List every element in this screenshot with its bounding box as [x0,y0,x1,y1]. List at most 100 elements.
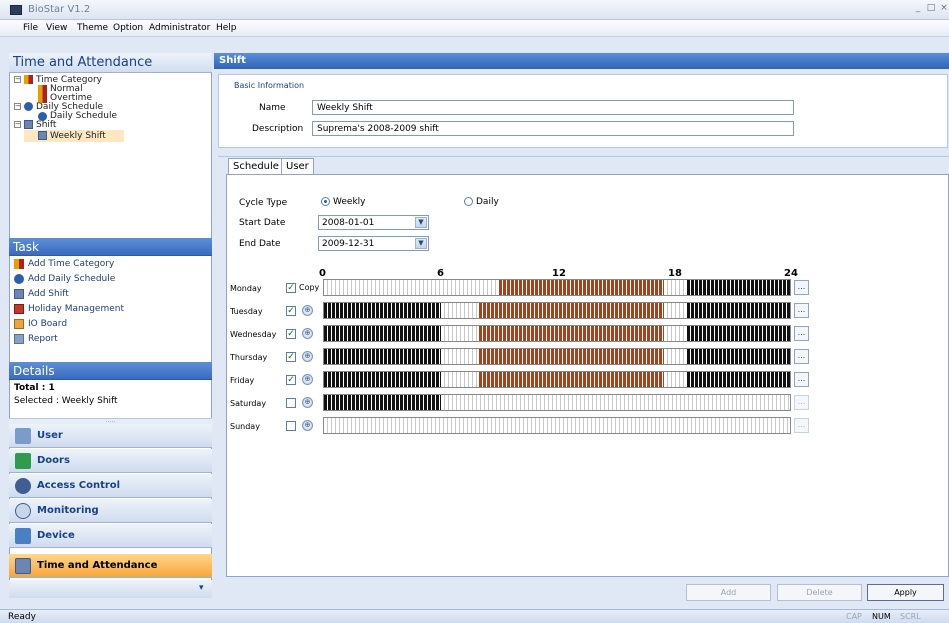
delete-button[interactable]: Delete [777,584,862,601]
schedule-segment [663,326,688,341]
edit-day-button[interactable]: ... [794,280,809,295]
details-total: Total : 1 [14,383,55,393]
add-button[interactable]: Add [686,584,771,601]
schedule-bar[interactable] [323,302,791,319]
edit-day-button[interactable]: ... [794,349,809,364]
copy-label: Copy [299,283,320,292]
edit-day-button[interactable]: ... [794,418,809,433]
nav-time-and-attendance[interactable]: Time and Attendance [9,554,212,578]
calendar-icon [38,131,47,140]
name-field[interactable]: Weekly Shift [312,100,794,115]
day-checkbox[interactable]: ✓ [286,375,296,385]
description-label: Description [252,124,304,134]
hour-label: 12 [552,268,566,279]
day-label: Saturday [230,399,267,408]
close-button[interactable]: × [937,3,949,15]
collapse-icon[interactable]: − [14,76,21,83]
schedule-segment [479,372,664,387]
day-checkbox[interactable]: ✓ [286,306,296,316]
menu-view[interactable]: View [46,23,67,33]
nav-device[interactable]: Device [9,524,212,548]
tab-user[interactable]: User [281,158,314,174]
clock-icon [14,274,24,284]
report-icon [14,334,24,344]
menu-option[interactable]: Option [113,23,143,33]
start-date-picker[interactable]: 2008-01-01 ▼ [318,215,429,230]
schedule-segment [663,280,688,295]
day-checkbox[interactable] [286,421,296,431]
maximize-button[interactable]: □ [924,3,938,15]
menu-help[interactable]: Help [216,23,237,33]
schedule-segment [479,303,664,318]
menu-bar: File View Theme Option Administrator Hel… [0,20,949,37]
tab-schedule[interactable]: Schedule [228,158,284,174]
schedule-bar[interactable] [323,394,791,411]
device-icon [15,528,31,544]
schedule-bar[interactable] [323,417,791,434]
configure-buttons-icon[interactable]: ▾ [199,583,204,593]
schedule-bar[interactable] [323,371,791,388]
day-checkbox[interactable]: ✓ [286,283,296,293]
schedule-segment [324,395,441,410]
menu-administrator[interactable]: Administrator [149,23,210,33]
chevron-down-icon[interactable]: ▼ [415,238,427,249]
edit-day-button[interactable]: ... [794,395,809,410]
paste-schedule-icon[interactable]: ⊕ [302,420,313,431]
schedule-segment [663,303,688,318]
day-checkbox[interactable] [286,398,296,408]
schedule-segment [324,303,441,318]
schedule-row: Sunday ⊕... [227,417,949,440]
holiday-calendar-icon [14,304,24,314]
hour-label: 0 [319,268,326,279]
description-field[interactable]: Suprema's 2008-2009 shift [312,121,794,136]
day-label: Monday [230,284,262,293]
daily-radio[interactable] [464,197,473,206]
nav-user[interactable]: User [9,424,212,448]
edit-day-button[interactable]: ... [794,303,809,318]
paste-schedule-icon[interactable]: ⊕ [302,351,313,362]
day-label: Sunday [230,422,260,431]
hour-label: 24 [784,268,798,279]
schedule-segment [324,418,790,433]
nav-access-control[interactable]: Access Control [9,474,212,498]
hour-label: 18 [668,268,682,279]
schedule-bar[interactable] [323,279,791,296]
access-control-icon [15,478,31,494]
edit-day-button[interactable]: ... [794,372,809,387]
task-header: Task [9,238,212,256]
schedule-row: Thursday ✓ ⊕... [227,348,949,371]
nav-doors[interactable]: Doors [9,449,212,473]
collapse-icon[interactable]: − [14,103,21,110]
schedule-row: Wednesday ✓ ⊕... [227,325,949,348]
scrl-indicator: SCRL [900,612,921,621]
nav-monitoring[interactable]: Monitoring [9,499,212,523]
collapse-icon[interactable]: − [14,121,21,128]
day-checkbox[interactable]: ✓ [286,352,296,362]
day-checkbox[interactable]: ✓ [286,329,296,339]
paste-schedule-icon[interactable]: ⊕ [302,397,313,408]
schedule-segment [479,326,664,341]
paste-schedule-icon[interactable]: ⊕ [302,328,313,339]
status-text: Ready [8,612,36,622]
schedule-bar[interactable] [323,325,791,342]
schedule-row: Friday ✓ ⊕... [227,371,949,394]
chevron-down-icon[interactable]: ▼ [415,217,427,228]
minimize-button[interactable]: _ [911,3,925,15]
end-date-picker[interactable]: 2009-12-31 ▼ [318,236,429,251]
task-list: Add Time Category Add Daily Schedule Add… [14,259,204,359]
menu-theme[interactable]: Theme [77,23,108,33]
schedule-rows: Monday ✓ Copy... Tuesday ✓ ⊕... Wednesday ✓ ⊕...… [227,279,949,439]
window-title: BioStar V1.2 [28,4,91,15]
paste-schedule-icon[interactable]: ⊕ [302,305,313,316]
tree-node-weekly-shift[interactable]: Weekly Shift [24,130,124,142]
weekly-radio-label: Weekly [333,197,366,207]
schedule-bar[interactable] [323,348,791,365]
paste-schedule-icon[interactable]: ⊕ [302,374,313,385]
schedule-row: Tuesday ✓ ⊕... [227,302,949,325]
num-indicator: NUM [872,612,891,621]
menu-file[interactable]: File [23,23,38,33]
weekly-radio[interactable] [321,197,330,206]
edit-day-button[interactable]: ... [794,326,809,341]
schedule-segment [440,303,480,318]
apply-button[interactable]: Apply [867,584,944,601]
